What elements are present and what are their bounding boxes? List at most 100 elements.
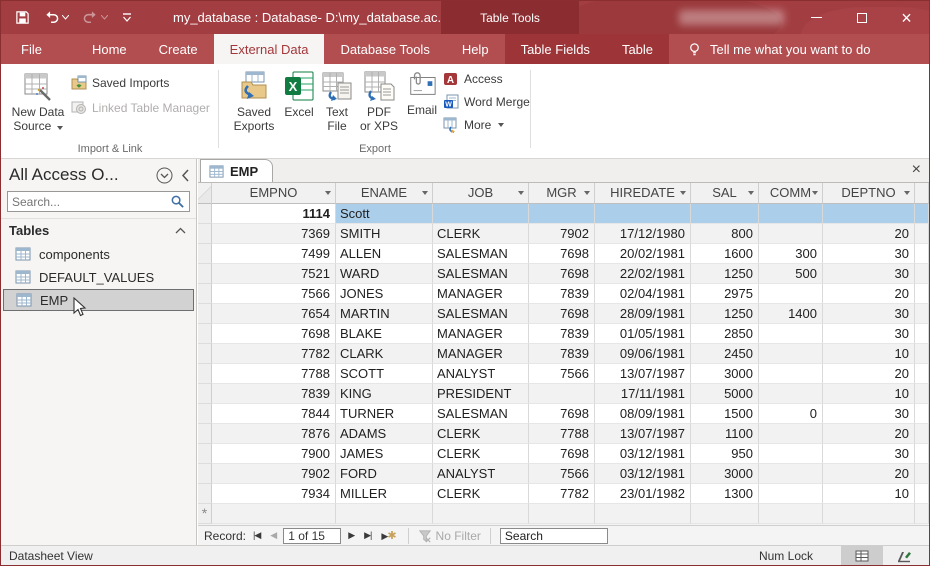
table-cell[interactable]: 10 [823, 384, 915, 404]
row-selector[interactable] [198, 244, 212, 264]
table-cell[interactable] [336, 504, 433, 524]
undo-button[interactable] [44, 10, 69, 25]
table-cell[interactable]: 13/07/1987 [595, 364, 691, 384]
table-cell[interactable] [759, 344, 823, 364]
table-cell[interactable]: 7839 [212, 384, 336, 404]
table-cell[interactable]: 17/11/1981 [595, 384, 691, 404]
row-selector[interactable] [198, 304, 212, 324]
table-row[interactable]: 7782 CLARK MANAGER 7839 09/06/1981 2450 10 [198, 344, 929, 364]
more-button[interactable]: More [443, 117, 505, 133]
table-cell[interactable]: MILLER [336, 484, 433, 504]
table-cell[interactable]: 1500 [691, 404, 759, 424]
table-cell[interactable]: 0 [759, 404, 823, 424]
table-cell[interactable]: TURNER [336, 404, 433, 424]
table-cell[interactable]: SCOTT [336, 364, 433, 384]
table-row[interactable]: 7900 JAMES CLERK 7698 03/12/1981 950 30 [198, 444, 929, 464]
table-cell[interactable]: 500 [759, 264, 823, 284]
table-row[interactable]: 7566 JONES MANAGER 7839 02/04/1981 2975 20 [198, 284, 929, 304]
column-header-mgr[interactable]: MGR [529, 183, 595, 204]
table-cell[interactable]: 7902 [529, 224, 595, 244]
append-row[interactable]: * [198, 504, 929, 524]
table-cell[interactable]: ANALYST [433, 364, 529, 384]
table-cell[interactable]: Scott [336, 204, 433, 224]
table-cell[interactable]: 5000 [691, 384, 759, 404]
table-cell[interactable]: 30 [823, 264, 915, 284]
access-export-button[interactable]: Access [443, 71, 503, 87]
shutter-bar-collapse-icon[interactable] [181, 168, 190, 182]
column-header-hiredate[interactable]: HIREDATE [595, 183, 691, 204]
table-cell[interactable]: SALESMAN [433, 304, 529, 324]
table-cell[interactable]: 1250 [691, 264, 759, 284]
table-cell[interactable]: 7788 [529, 424, 595, 444]
table-cell[interactable] [759, 384, 823, 404]
column-header-empno[interactable]: EMPNO [212, 183, 336, 204]
table-row[interactable]: 7934 MILLER CLERK 7782 23/01/1982 1300 10 [198, 484, 929, 504]
text-file-button[interactable]: Text File [317, 70, 357, 133]
tab-table-fields[interactable]: Table Fields [505, 34, 606, 64]
table-row[interactable]: 7902 FORD ANALYST 7566 03/12/1981 3000 20 [198, 464, 929, 484]
table-cell[interactable]: 7839 [529, 344, 595, 364]
table-cell[interactable]: 7698 [529, 304, 595, 324]
row-selector[interactable] [198, 284, 212, 304]
table-row[interactable]: 7654 MARTIN SALESMAN 7698 28/09/1981 1250 1400… [198, 304, 929, 324]
tab-table[interactable]: Table [606, 34, 669, 64]
table-cell[interactable]: CLERK [433, 424, 529, 444]
row-selector[interactable] [198, 444, 212, 464]
table-cell[interactable] [529, 204, 595, 224]
table-cell[interactable]: 2975 [691, 284, 759, 304]
new-blank-record-button[interactable]: ▶✱ [378, 529, 398, 542]
table-cell[interactable]: CLARK [336, 344, 433, 364]
row-selector[interactable] [198, 404, 212, 424]
table-row[interactable]: 7521 WARD SALESMAN 7698 22/02/1981 1250 500 30 [198, 264, 929, 284]
table-cell[interactable]: 3000 [691, 364, 759, 384]
maximize-button[interactable] [839, 1, 884, 34]
new-record-asterisk[interactable]: * [198, 504, 212, 524]
table-cell[interactable]: 23/01/1982 [595, 484, 691, 504]
no-filter-button[interactable]: No Filter [418, 529, 481, 543]
column-dropdown-icon[interactable] [904, 191, 910, 195]
table-cell[interactable] [823, 204, 915, 224]
table-cell[interactable]: 20 [823, 224, 915, 244]
table-cell[interactable]: 13/07/1987 [595, 424, 691, 444]
table-cell[interactable]: 1114 [212, 204, 336, 224]
table-row[interactable]: 7788 SCOTT ANALYST 7566 13/07/1987 3000 20 [198, 364, 929, 384]
column-header-job[interactable]: JOB [433, 183, 529, 204]
table-cell[interactable]: 7654 [212, 304, 336, 324]
table-cell[interactable]: CLERK [433, 484, 529, 504]
tell-me-box[interactable]: Tell me what you want to do [669, 34, 870, 64]
table-cell[interactable]: FORD [336, 464, 433, 484]
table-cell[interactable]: 7839 [529, 324, 595, 344]
table-cell[interactable]: ANALYST [433, 464, 529, 484]
table-cell[interactable] [691, 204, 759, 224]
row-selector[interactable] [198, 344, 212, 364]
table-cell[interactable]: 1300 [691, 484, 759, 504]
table-row[interactable]: 7698 BLAKE MANAGER 7839 01/05/1981 2850 30 [198, 324, 929, 344]
nav-search-box[interactable] [7, 191, 190, 212]
table-cell[interactable]: ALLEN [336, 244, 433, 264]
table-cell[interactable]: 7698 [529, 404, 595, 424]
tab-external-data[interactable]: External Data [213, 34, 325, 64]
table-cell[interactable]: CLERK [433, 224, 529, 244]
table-cell[interactable]: SALESMAN [433, 244, 529, 264]
row-selector[interactable] [198, 224, 212, 244]
column-dropdown-icon[interactable] [518, 191, 524, 195]
row-selector[interactable] [198, 204, 212, 224]
table-cell[interactable]: 3000 [691, 464, 759, 484]
table-cell[interactable]: 7499 [212, 244, 336, 264]
tab-help[interactable]: Help [446, 34, 505, 64]
table-cell[interactable]: 30 [823, 404, 915, 424]
table-cell[interactable]: 20 [823, 464, 915, 484]
table-cell[interactable] [759, 424, 823, 444]
table-cell[interactable]: 2450 [691, 344, 759, 364]
table-cell[interactable]: 20 [823, 424, 915, 444]
table-cell[interactable]: 7566 [529, 464, 595, 484]
table-cell[interactable] [595, 204, 691, 224]
table-cell[interactable]: KING [336, 384, 433, 404]
table-cell[interactable]: 7788 [212, 364, 336, 384]
table-cell[interactable]: 7566 [212, 284, 336, 304]
nav-pane-menu-icon[interactable] [156, 167, 173, 184]
table-cell[interactable] [433, 504, 529, 524]
table-cell[interactable]: 300 [759, 244, 823, 264]
pdf-xps-button[interactable]: PDF or XPS [355, 70, 403, 133]
excel-export-button[interactable]: Excel [277, 70, 321, 119]
